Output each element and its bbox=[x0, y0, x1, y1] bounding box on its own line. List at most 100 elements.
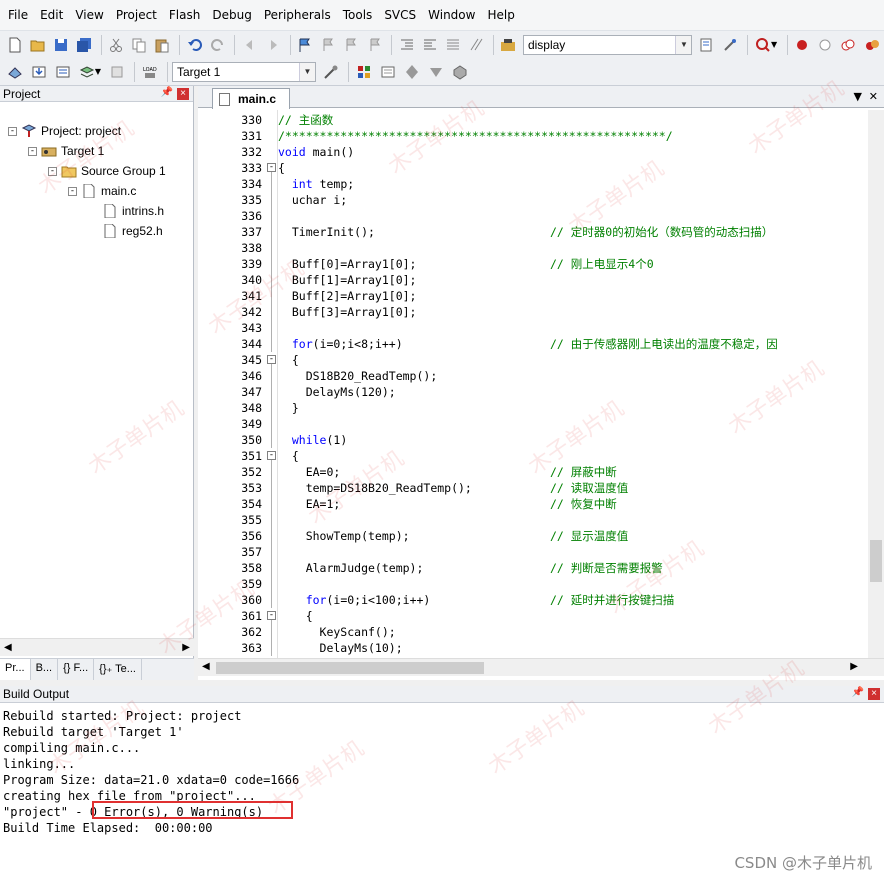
tab-list-icon[interactable]: ▼ bbox=[854, 90, 862, 103]
debug-session-icon[interactable]: ▼ bbox=[752, 34, 781, 56]
kill-breakpoints-icon[interactable] bbox=[861, 34, 882, 56]
tree-node[interactable]: reg52.h bbox=[102, 221, 163, 241]
project-pane-tab[interactable]: {} F... bbox=[58, 659, 95, 680]
menu-view[interactable]: View bbox=[69, 0, 109, 30]
collapse-icon[interactable]: - bbox=[68, 186, 77, 196]
fold-toggle[interactable]: - bbox=[266, 160, 278, 176]
line-number: 350 bbox=[241, 433, 262, 447]
bookmark-icon[interactable] bbox=[295, 34, 316, 56]
clear-bookmarks-icon[interactable] bbox=[364, 34, 385, 56]
open-file-icon[interactable] bbox=[27, 34, 48, 56]
project-pane-tab[interactable]: Pr... bbox=[0, 659, 31, 680]
select-packs-icon[interactable] bbox=[425, 61, 447, 83]
options-for-target-icon[interactable] bbox=[320, 61, 342, 83]
tree-node[interactable]: - Project: project bbox=[8, 121, 121, 141]
collapse-icon[interactable]: - bbox=[267, 355, 276, 364]
tab-main-c[interactable]: main.c bbox=[212, 88, 290, 109]
code-text: uchar i; bbox=[278, 193, 348, 207]
collapse-icon[interactable]: - bbox=[8, 126, 17, 136]
tree-node[interactable]: - Source Group 1 bbox=[48, 161, 166, 181]
collapse-icon[interactable]: - bbox=[267, 611, 276, 620]
collapse-icon[interactable]: - bbox=[48, 166, 57, 176]
breakpoint-icon[interactable] bbox=[792, 34, 813, 56]
editor-vscrollbar[interactable] bbox=[868, 110, 884, 658]
scroll-thumb[interactable] bbox=[216, 662, 484, 674]
editor-hscrollbar[interactable]: ◀ ▶ bbox=[198, 658, 884, 676]
fold-toggle[interactable]: - bbox=[266, 448, 278, 464]
menu-svcs[interactable]: SVCS bbox=[378, 0, 422, 30]
menu-debug[interactable]: Debug bbox=[206, 0, 257, 30]
collapse-icon[interactable]: - bbox=[267, 163, 276, 172]
find-in-files-icon[interactable] bbox=[498, 34, 519, 56]
nav-forward-icon[interactable] bbox=[262, 34, 283, 56]
menu-window[interactable]: Window bbox=[422, 0, 481, 30]
redo-icon[interactable] bbox=[207, 34, 228, 56]
indent-icon[interactable] bbox=[396, 34, 417, 56]
pack-installer-icon[interactable] bbox=[401, 61, 423, 83]
project-hscrollbar[interactable]: ◀ ▶ bbox=[0, 638, 194, 656]
stop-build-icon[interactable] bbox=[106, 61, 128, 83]
translate-icon[interactable] bbox=[4, 61, 26, 83]
rebuild-icon[interactable] bbox=[52, 61, 74, 83]
code-text: { bbox=[278, 353, 299, 367]
target-combo[interactable]: Target 1 ▼ bbox=[172, 61, 316, 82]
enable-breakpoint-icon[interactable] bbox=[815, 34, 836, 56]
menu-edit[interactable]: Edit bbox=[34, 0, 69, 30]
nav-back-icon[interactable] bbox=[239, 34, 260, 56]
menu-project[interactable]: Project bbox=[110, 0, 163, 30]
save-icon[interactable] bbox=[50, 34, 71, 56]
uncomment-icon[interactable] bbox=[466, 34, 487, 56]
disable-breakpoints-icon[interactable] bbox=[838, 34, 859, 56]
save-all-icon[interactable] bbox=[73, 34, 94, 56]
project-pane-tab[interactable]: B... bbox=[31, 659, 59, 680]
menu-flash[interactable]: Flash bbox=[163, 0, 206, 30]
load-icon[interactable]: LOAD bbox=[139, 61, 161, 83]
collapse-icon[interactable]: - bbox=[28, 146, 37, 156]
fold-toggle[interactable]: - bbox=[266, 352, 278, 368]
manage-rte-icon[interactable] bbox=[449, 61, 471, 83]
chevron-down-icon[interactable]: ▼ bbox=[675, 35, 692, 54]
scroll-left-icon[interactable]: ◀ bbox=[4, 642, 12, 653]
unindent-icon[interactable] bbox=[419, 34, 440, 56]
menu-help[interactable]: Help bbox=[481, 0, 520, 30]
menu-file[interactable]: File bbox=[2, 0, 34, 30]
menu-tools[interactable]: Tools bbox=[337, 0, 379, 30]
close-icon[interactable]: × bbox=[868, 688, 880, 700]
file-extensions-icon[interactable] bbox=[377, 61, 399, 83]
project-pane-tab[interactable]: {}₊ Te... bbox=[94, 659, 142, 680]
tree-node[interactable]: - main.c bbox=[68, 181, 136, 201]
close-icon[interactable]: × bbox=[177, 88, 189, 100]
close-editor-icon[interactable]: ✕ bbox=[869, 90, 878, 103]
pin-icon[interactable]: 📌 bbox=[852, 687, 864, 698]
scroll-left-icon[interactable]: ◀ bbox=[202, 661, 210, 672]
batch-build-icon[interactable]: ▼ bbox=[76, 61, 104, 83]
tree-node[interactable]: - Target 1 bbox=[28, 141, 104, 161]
comment-icon[interactable] bbox=[443, 34, 464, 56]
new-file-icon[interactable] bbox=[4, 34, 25, 56]
paste-icon[interactable] bbox=[152, 34, 173, 56]
collapse-icon[interactable]: - bbox=[267, 451, 276, 460]
prev-bookmark-icon[interactable] bbox=[318, 34, 339, 56]
scroll-thumb[interactable] bbox=[870, 540, 882, 582]
code-line: { bbox=[278, 352, 299, 368]
undo-icon[interactable] bbox=[184, 34, 205, 56]
manage-project-items-icon[interactable] bbox=[353, 61, 375, 83]
incremental-find-icon[interactable] bbox=[720, 34, 741, 56]
find-combo[interactable]: display ▼ bbox=[522, 34, 693, 55]
menu-peripherals[interactable]: Peripherals bbox=[258, 0, 337, 30]
find-icon[interactable] bbox=[696, 34, 717, 56]
fold-toggle[interactable]: - bbox=[266, 608, 278, 624]
build-icon[interactable] bbox=[28, 61, 50, 83]
chevron-down-icon[interactable]: ▼ bbox=[299, 62, 315, 81]
line-number: 357 bbox=[241, 545, 262, 559]
next-bookmark-icon[interactable] bbox=[341, 34, 362, 56]
copy-icon[interactable] bbox=[129, 34, 150, 56]
scroll-right-icon[interactable]: ▶ bbox=[850, 661, 858, 672]
tree-node[interactable]: intrins.h bbox=[102, 201, 164, 221]
scroll-right-icon[interactable]: ▶ bbox=[182, 642, 190, 653]
pin-icon[interactable]: 📌 bbox=[161, 87, 173, 98]
code-line: temp=DS18B20_ReadTemp(); // 读取温度值 bbox=[278, 480, 629, 496]
cut-icon[interactable] bbox=[106, 34, 127, 56]
fold-guide bbox=[266, 320, 278, 336]
code-area[interactable]: 330 // 主函数 331 /***************************… bbox=[198, 110, 868, 658]
